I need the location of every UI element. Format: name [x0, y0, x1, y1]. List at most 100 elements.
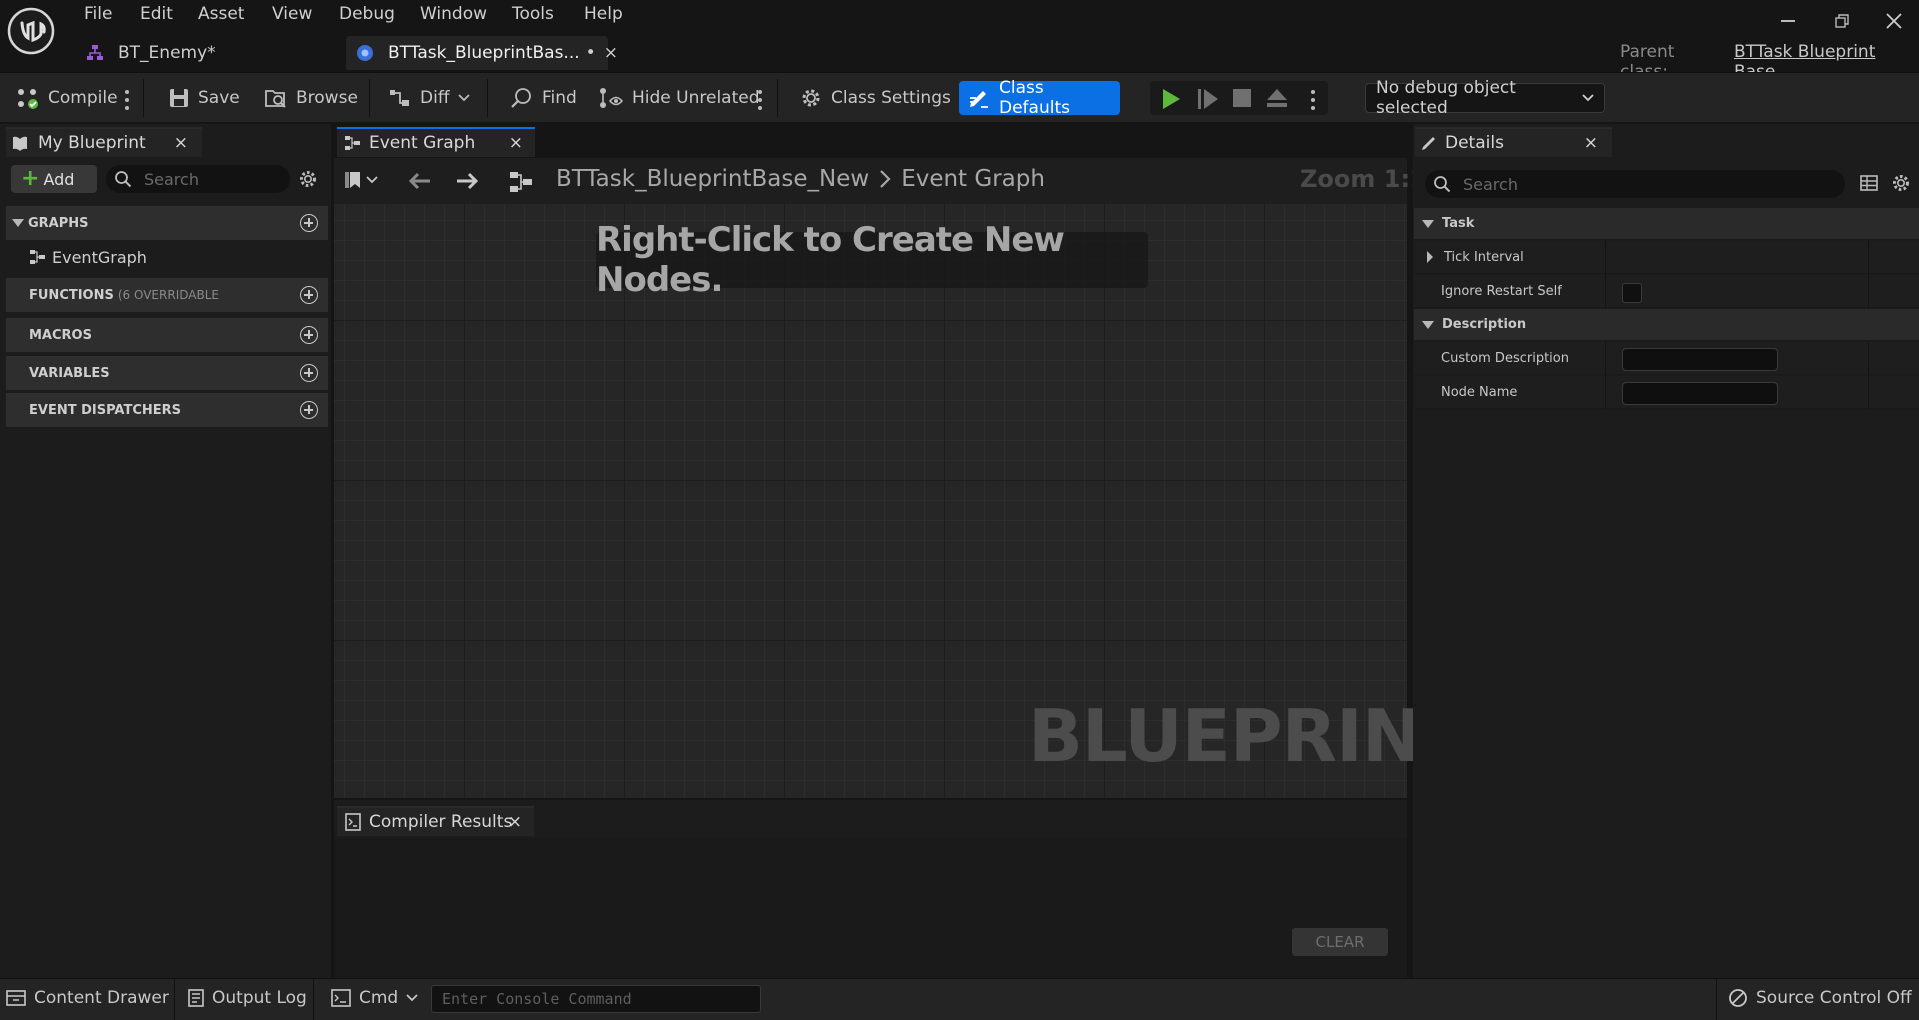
- task-section-header[interactable]: Task: [1414, 208, 1919, 240]
- add-graph-icon[interactable]: [300, 214, 318, 232]
- description-section-header[interactable]: Description: [1414, 309, 1919, 341]
- diff-button[interactable]: Diff: [384, 81, 474, 115]
- details-search-input[interactable]: Search: [1425, 170, 1845, 198]
- play-options-icon[interactable]: [1311, 90, 1315, 110]
- graph-hint: Right-Click to Create New Nodes.: [596, 220, 1148, 300]
- graph-icon: [30, 249, 46, 265]
- browse-button[interactable]: Browse: [260, 81, 362, 115]
- details-tab[interactable]: Details ×: [1415, 127, 1612, 157]
- chevron-down-icon: [366, 176, 378, 184]
- ignore-restart-self-row: Ignore Restart Self: [1414, 275, 1919, 308]
- console-command-input[interactable]: Enter Console Command: [431, 985, 761, 1013]
- variables-section-header[interactable]: VARIABLES: [6, 356, 328, 390]
- search-icon: [114, 170, 132, 188]
- compile-options-icon[interactable]: [125, 90, 129, 110]
- collapse-arrow-icon[interactable]: [1426, 251, 1434, 263]
- menu-help[interactable]: Help: [584, 4, 623, 28]
- restore-icon[interactable]: [1835, 14, 1849, 28]
- my-blueprint-title: My Blueprint: [38, 133, 146, 153]
- menu-asset[interactable]: Asset: [198, 4, 244, 28]
- menu-tools[interactable]: Tools: [512, 4, 554, 28]
- add-button[interactable]: + Add: [11, 165, 97, 193]
- ignore-restart-self-checkbox[interactable]: [1622, 283, 1642, 303]
- close-panel-icon[interactable]: ×: [1584, 133, 1598, 153]
- bookmark-dropdown[interactable]: [344, 170, 378, 190]
- minimize-icon[interactable]: [1781, 20, 1795, 22]
- breadcrumb-root[interactable]: BTTask_BlueprintBase_New: [556, 166, 869, 192]
- toolbar-divider: [143, 79, 144, 117]
- event-graph-tab-label: Event Graph: [369, 133, 476, 153]
- save-button[interactable]: Save: [164, 81, 244, 115]
- compile-button[interactable]: Compile: [10, 81, 122, 115]
- close-tab-icon[interactable]: ×: [508, 812, 522, 832]
- menu-file[interactable]: File: [84, 4, 112, 28]
- unreal-logo-icon[interactable]: [7, 7, 55, 55]
- description-section-label: Description: [1442, 317, 1527, 332]
- tick-interval-row[interactable]: Tick Interval: [1414, 241, 1919, 274]
- close-window-icon[interactable]: [1886, 13, 1902, 29]
- output-log-button[interactable]: Output Log: [188, 988, 307, 1008]
- source-control-button[interactable]: Source Control Off: [1728, 988, 1912, 1008]
- macros-section-header[interactable]: MACROS: [6, 318, 328, 352]
- event-graph-item[interactable]: EventGraph: [30, 246, 147, 268]
- details-title: Details: [1445, 133, 1504, 153]
- tab-compiler-results[interactable]: Compiler Results ×: [337, 806, 534, 836]
- step-icon[interactable]: [1197, 88, 1219, 110]
- node-name-input[interactable]: [1622, 382, 1778, 405]
- column-divider: [1605, 376, 1606, 409]
- class-defaults-button[interactable]: Class Defaults: [959, 78, 1120, 118]
- hide-unrelated-icon: [598, 86, 624, 110]
- settings-gear-icon[interactable]: [298, 169, 318, 189]
- variables-label: VARIABLES: [29, 365, 110, 381]
- find-button[interactable]: Find: [506, 81, 581, 115]
- content-drawer-icon: [6, 989, 26, 1007]
- debug-object-select[interactable]: No debug object selected: [1365, 78, 1605, 118]
- custom-description-row: Custom Description: [1414, 342, 1919, 375]
- breadcrumb-leaf[interactable]: Event Graph: [901, 166, 1045, 192]
- add-function-icon[interactable]: [300, 286, 318, 304]
- hide-unrelated-button[interactable]: Hide Unrelated: [594, 81, 764, 115]
- event-dispatchers-section-header[interactable]: EVENT DISPATCHERS: [6, 393, 328, 427]
- column-divider: [1868, 376, 1869, 409]
- browse-label: Browse: [296, 88, 358, 108]
- menu-view[interactable]: View: [272, 4, 312, 28]
- clear-button[interactable]: CLEAR: [1292, 928, 1388, 956]
- my-blueprint-search-input[interactable]: Search: [106, 165, 290, 193]
- graphs-section-header[interactable]: GRAPHS: [6, 206, 328, 240]
- back-arrow-icon[interactable]: [408, 172, 432, 190]
- table-view-icon[interactable]: [1860, 174, 1878, 192]
- expand-arrow-icon: [1422, 320, 1434, 330]
- menu-window[interactable]: Window: [420, 4, 487, 28]
- menu-edit[interactable]: Edit: [140, 4, 173, 28]
- close-panel-icon[interactable]: ×: [174, 133, 188, 153]
- stop-icon[interactable]: [1233, 89, 1251, 107]
- tab-bt-enemy[interactable]: BT_Enemy*: [86, 36, 336, 70]
- play-icon[interactable]: [1161, 88, 1181, 110]
- chevron-down-icon: [406, 994, 418, 1002]
- eject-icon[interactable]: [1266, 88, 1288, 108]
- settings-gear-icon[interactable]: [1891, 173, 1911, 193]
- close-tab-icon[interactable]: ×: [604, 43, 618, 63]
- functions-section-header[interactable]: FUNCTIONS (6 OVERRIDABLE: [6, 278, 328, 312]
- forward-arrow-icon[interactable]: [455, 172, 479, 190]
- add-variable-icon[interactable]: [300, 364, 318, 382]
- tab-bttask-blueprint[interactable]: BTTask_BlueprintBas... • ×: [346, 36, 618, 70]
- close-tab-icon[interactable]: ×: [509, 133, 523, 153]
- column-divider: [1868, 342, 1869, 375]
- status-divider: [1716, 978, 1717, 1020]
- more-options-icon[interactable]: [758, 90, 762, 110]
- details-search-placeholder: Search: [1463, 174, 1518, 194]
- menu-debug[interactable]: Debug: [339, 4, 395, 28]
- custom-description-input[interactable]: [1622, 348, 1778, 371]
- compiler-output-area: [334, 838, 1407, 978]
- title-bar: File Edit Asset View Debug Window Tools …: [0, 0, 1919, 82]
- content-drawer-button[interactable]: Content Drawer: [6, 988, 169, 1008]
- my-blueprint-tab[interactable]: My Blueprint ×: [6, 127, 202, 157]
- tab-event-graph[interactable]: Event Graph ×: [337, 127, 535, 157]
- source-control-off-icon: [1728, 988, 1748, 1008]
- add-event-dispatcher-icon[interactable]: [300, 401, 318, 419]
- ignore-restart-self-label: Ignore Restart Self: [1441, 283, 1562, 299]
- class-settings-button[interactable]: Class Settings: [795, 81, 955, 115]
- add-macro-icon[interactable]: [300, 326, 318, 344]
- cmd-dropdown[interactable]: Cmd: [331, 988, 418, 1008]
